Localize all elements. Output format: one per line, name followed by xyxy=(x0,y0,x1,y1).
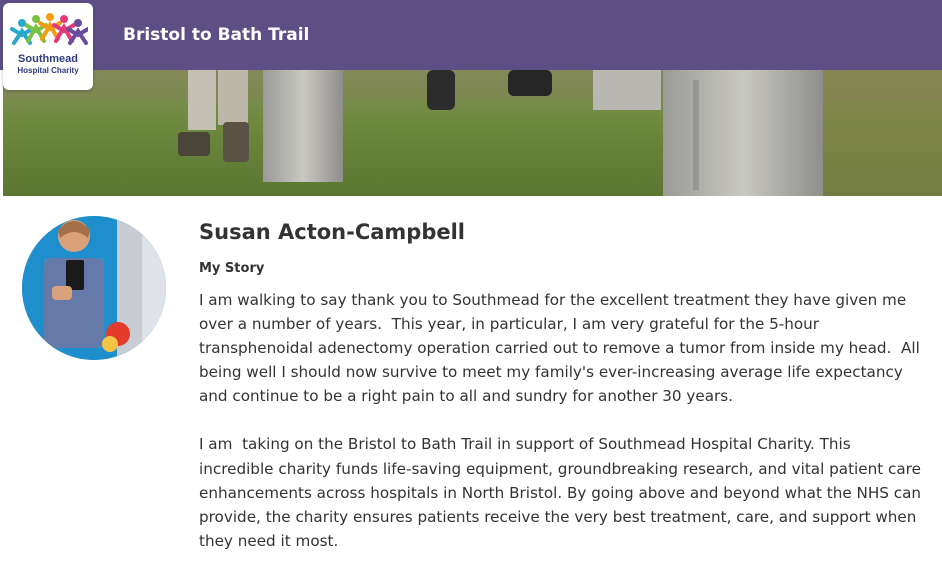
profile-avatar xyxy=(22,216,166,360)
grass-stones-photo xyxy=(3,70,942,196)
page-title: Bristol to Bath Trail xyxy=(123,25,310,45)
charity-logo[interactable]: Southmead Hospital Charity xyxy=(3,3,93,90)
story-paragraph: I am walking to say thank you to Southme… xyxy=(199,291,925,406)
hero-banner-image xyxy=(3,70,942,196)
logo-name: Southmead xyxy=(18,53,78,65)
header-bar: Bristol to Bath Trail xyxy=(0,0,942,70)
profile-name: Susan Acton-Campbell xyxy=(199,220,466,244)
person-photo-icon xyxy=(22,216,166,360)
story-text: I am walking to say thank you to Southme… xyxy=(199,288,924,577)
logo-subtitle: Hospital Charity xyxy=(17,66,79,75)
people-logo-icon xyxy=(10,13,88,45)
story-paragraph: I am taking on the Bristol to Bath Trail… xyxy=(199,435,926,550)
story-heading: My Story xyxy=(199,261,265,276)
